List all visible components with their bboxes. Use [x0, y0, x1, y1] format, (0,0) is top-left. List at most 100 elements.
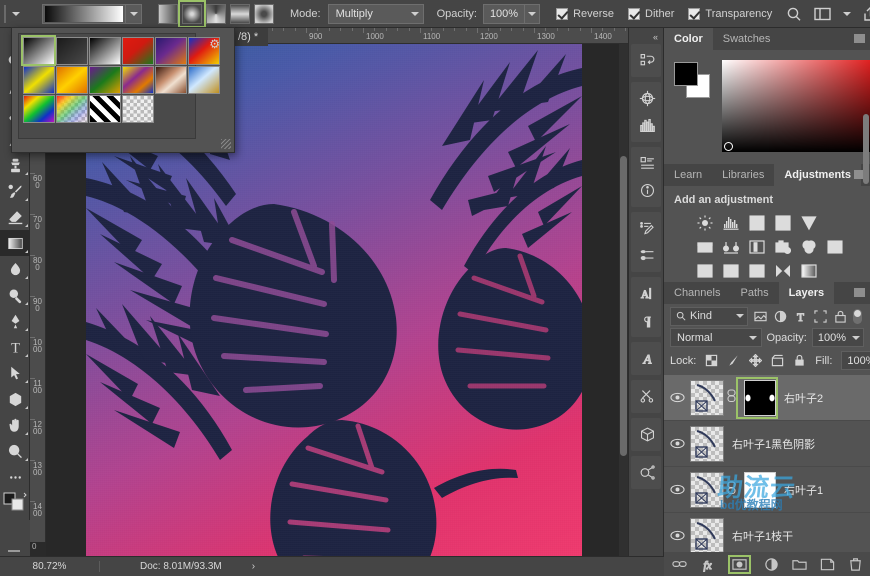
gradient-preset-chrome[interactable]: [188, 66, 220, 94]
tool-history-brush-tool[interactable]: [0, 178, 30, 204]
gradient-preset-blue-yellow-blue[interactable]: [23, 66, 55, 94]
gradient-picker-popup[interactable]: ⚙: [11, 27, 235, 153]
tool-hand-tool[interactable]: [0, 412, 30, 438]
smartobject-filter-icon[interactable]: [833, 309, 848, 324]
brightness-contrast-icon[interactable]: [696, 214, 713, 231]
histogram-icon[interactable]: [631, 112, 663, 139]
adjustment-filter-icon[interactable]: [773, 309, 788, 324]
lock-artboard-icon[interactable]: [771, 354, 784, 367]
layer-row[interactable]: 右叶子2: [664, 375, 870, 421]
gradient-preset-transparent-rainbow[interactable]: [56, 95, 88, 123]
layer-visibility-eye-icon[interactable]: [664, 392, 690, 403]
layer-mask-link-icon[interactable]: [726, 389, 736, 406]
reverse-checkbox-box[interactable]: [556, 7, 569, 20]
properties-icon[interactable]: [631, 150, 663, 177]
tool-preset-chevron-down-icon[interactable]: [12, 11, 20, 16]
invert-icon[interactable]: [696, 262, 713, 279]
layer-name[interactable]: 右叶子1枝干: [732, 528, 793, 544]
layer-mask-thumbnail[interactable]: [744, 379, 776, 416]
selective-color-icon[interactable]: [774, 262, 791, 279]
tool-type-tool[interactable]: T: [0, 334, 30, 360]
tab-channels[interactable]: Channels: [664, 282, 730, 304]
tab-paths[interactable]: Paths: [730, 282, 778, 304]
layer-list-scrollbar-thumb[interactable]: [863, 114, 869, 184]
layer-thumbnail[interactable]: [690, 517, 724, 554]
3d-cube-icon[interactable]: [631, 421, 663, 448]
gradient-picker-chevron-down-icon[interactable]: [125, 4, 141, 23]
gradient-preset-yellow-violet-orange-blue[interactable]: [122, 66, 154, 94]
gradient-preset-violet-green-orange[interactable]: [89, 66, 121, 94]
posterize-icon[interactable]: [722, 262, 739, 279]
reflected-gradient-button[interactable]: [230, 3, 250, 24]
linear-gradient-button[interactable]: [158, 3, 178, 24]
gradient-preset-foreground-to-transparent[interactable]: [56, 37, 88, 65]
layer-name[interactable]: 右叶子1黑色阴影: [732, 436, 815, 452]
tab-swatches[interactable]: Swatches: [713, 28, 781, 50]
delete-layer-icon[interactable]: [848, 557, 863, 572]
opacity-chevron-down-icon[interactable]: [524, 4, 539, 23]
color-balance-icon[interactable]: [722, 238, 739, 255]
info-icon[interactable]: [631, 177, 663, 204]
layer-thumbnail[interactable]: [690, 471, 724, 508]
gradient-preset-black-white[interactable]: [89, 37, 121, 65]
layer-visibility-eye-icon[interactable]: [664, 438, 690, 449]
layer-row[interactable]: 右叶子1黑色阴影: [664, 421, 870, 467]
vibrance-icon[interactable]: [800, 214, 817, 231]
gradient-preset-copper[interactable]: [155, 66, 187, 94]
gradient-map-icon[interactable]: [800, 262, 817, 279]
foreground-background-color-swatches[interactable]: [0, 490, 30, 512]
layer-style-fx-icon[interactable]: fx: [700, 557, 715, 572]
paths-icon[interactable]: [631, 459, 663, 486]
canvas-vertical-scrollbar[interactable]: [619, 44, 628, 556]
filter-toggle-switch[interactable]: [853, 308, 862, 324]
history-icon[interactable]: [631, 47, 663, 74]
lock-position-icon[interactable]: [749, 354, 763, 367]
workspace-icon[interactable]: [814, 7, 831, 21]
new-group-icon[interactable]: [791, 557, 807, 572]
threshold-icon[interactable]: [748, 262, 765, 279]
add-layer-mask-icon[interactable]: [731, 557, 747, 572]
layer-mask-link-icon[interactable]: [726, 481, 736, 498]
zoom-level-field[interactable]: 0: [30, 542, 46, 556]
tab-adjustments[interactable]: Adjustments: [774, 164, 861, 186]
search-icon[interactable]: [786, 6, 802, 22]
status-doc-info[interactable]: Doc: 8.01M/93.3M: [100, 561, 222, 572]
tool-zoom-tool[interactable]: [0, 438, 30, 464]
tab-learn[interactable]: Learn: [664, 164, 712, 186]
gradient-preset-transparent-stripes[interactable]: [89, 95, 121, 123]
tool-eraser-tool[interactable]: [0, 204, 30, 230]
hue-saturation-icon[interactable]: [696, 238, 713, 255]
channel-mixer-icon[interactable]: [800, 238, 817, 255]
add-layer-mask-button-highlight[interactable]: [727, 554, 751, 574]
shape-filter-icon[interactable]: [813, 309, 828, 324]
transparency-checkbox-box[interactable]: [688, 7, 701, 20]
character-icon[interactable]: A: [631, 280, 663, 307]
color-field-picker[interactable]: [724, 142, 733, 151]
gradient-preset-neutral-density[interactable]: [122, 95, 154, 123]
layer-thumbnail[interactable]: [690, 425, 724, 462]
collapse-icon[interactable]: [8, 550, 20, 552]
gradient-tool-preset-icon[interactable]: [4, 4, 6, 23]
share-icon[interactable]: [863, 6, 870, 22]
tool-shape-tool[interactable]: [0, 386, 30, 412]
scrollbar-thumb[interactable]: [620, 156, 627, 456]
paragraph-icon[interactable]: ¶: [631, 307, 663, 334]
new-adjustment-layer-icon[interactable]: [764, 557, 779, 572]
transparency-checkbox[interactable]: Transparency: [688, 7, 772, 20]
blend-mode-select[interactable]: Multiply: [327, 3, 424, 24]
layer-opacity-input[interactable]: 100%: [811, 328, 864, 347]
gradient-preset-violet-orange[interactable]: [155, 37, 187, 65]
link-layers-icon[interactable]: [671, 557, 687, 572]
brush-presets-icon[interactable]: [631, 242, 663, 269]
radial-gradient-button[interactable]: [178, 0, 206, 28]
layer-fill-input[interactable]: 100%: [841, 351, 870, 370]
layer-blend-mode-select[interactable]: Normal: [670, 328, 762, 347]
layer-visibility-eye-icon[interactable]: [664, 484, 690, 495]
brush-settings-icon[interactable]: [631, 215, 663, 242]
glyphs-icon[interactable]: A: [631, 345, 663, 372]
gear-icon[interactable]: ⚙: [209, 37, 220, 51]
lock-image-icon[interactable]: [727, 354, 740, 367]
tool-dodge-tool[interactable]: [0, 282, 30, 308]
opacity-input[interactable]: 100%: [482, 3, 541, 24]
layer-name[interactable]: 右叶子1: [784, 482, 823, 498]
